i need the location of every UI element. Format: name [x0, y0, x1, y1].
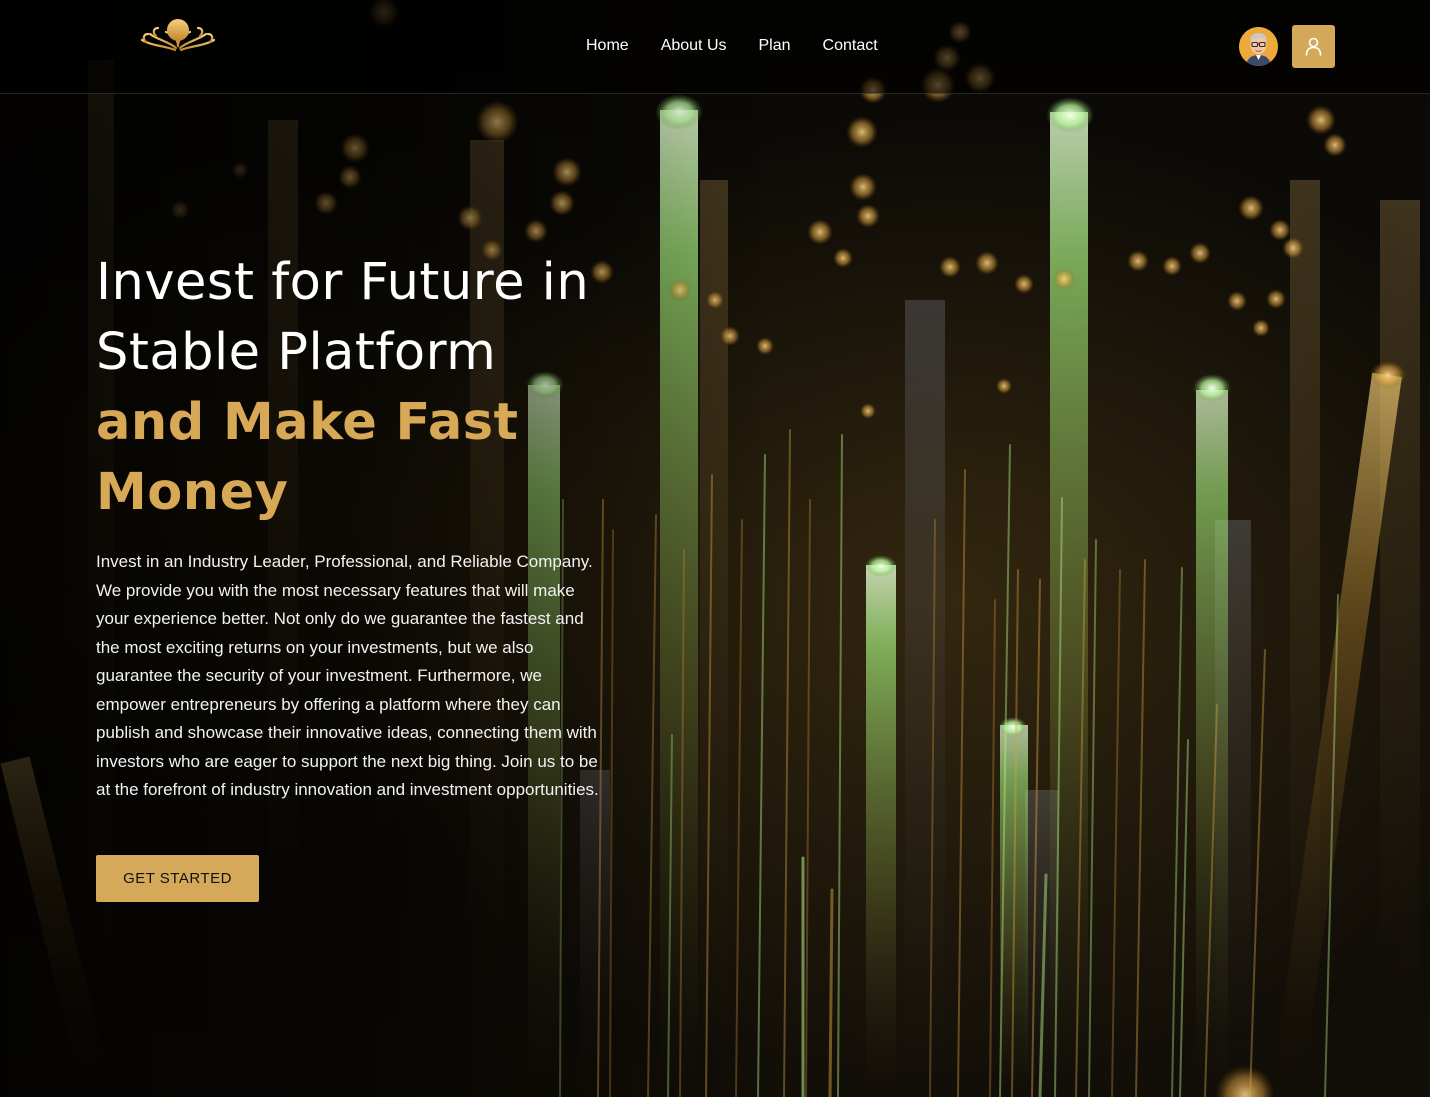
hero-title-line-2: Stable Platform: [96, 323, 497, 382]
nav-contact[interactable]: Contact: [807, 33, 894, 59]
hero-title-line-3: and Make Fast: [96, 393, 519, 452]
hero-title-line-1: Invest for Future in: [96, 253, 590, 312]
golden-tree-logo-icon[interactable]: [136, 16, 220, 74]
hero-headline: Invest for Future in Stable Platform and…: [96, 248, 716, 528]
hero-description: Invest in an Industry Leader, Profession…: [96, 552, 599, 799]
get-started-button[interactable]: GET STARTED: [96, 855, 259, 902]
user-account-button[interactable]: [1292, 25, 1335, 68]
main-navigation: Home About Us Plan Contact: [570, 33, 894, 59]
hero-title-line-4: Money: [96, 463, 289, 522]
nav-about-us[interactable]: About Us: [645, 33, 743, 59]
site-header: Home About Us Plan Contact: [0, 0, 1430, 94]
user-avatar-icon[interactable]: [1239, 27, 1278, 66]
nav-plan[interactable]: Plan: [743, 33, 807, 59]
nav-home[interactable]: Home: [570, 33, 645, 59]
user-icon: [1305, 37, 1322, 56]
